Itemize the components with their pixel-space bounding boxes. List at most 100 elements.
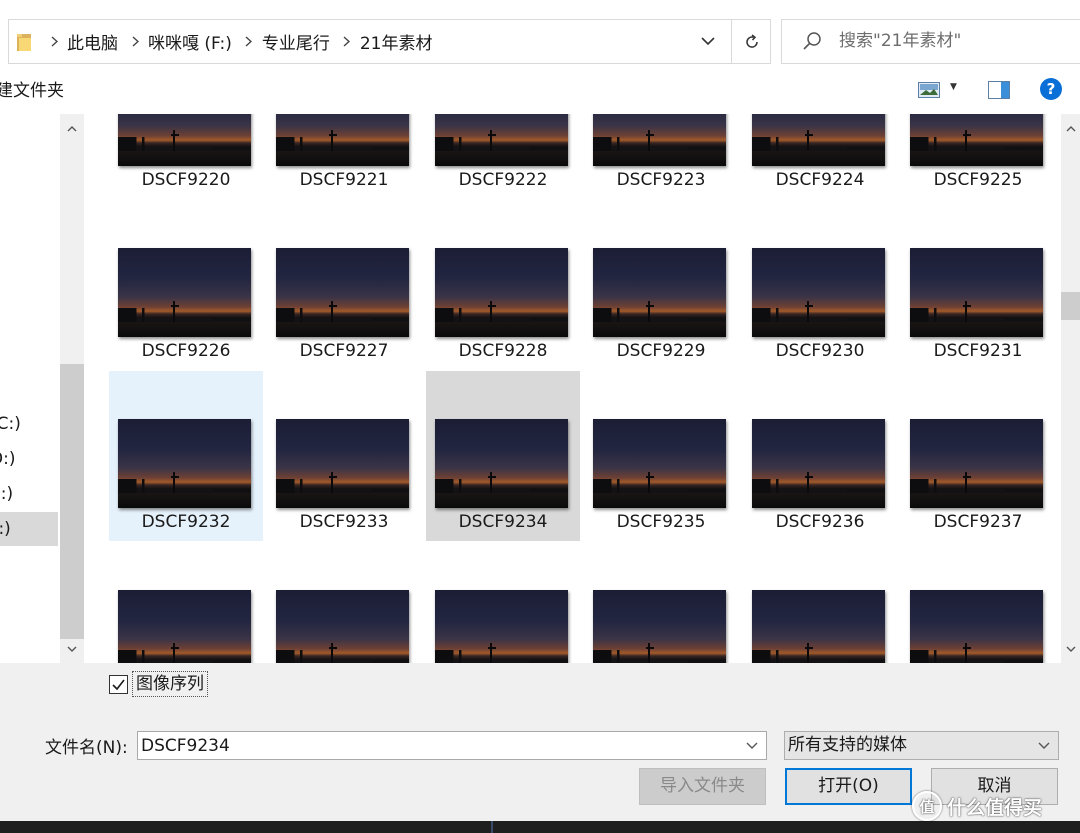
file-tile[interactable]: DSCF9235 <box>584 371 738 541</box>
file-tile[interactable] <box>584 542 738 663</box>
file-name: DSCF9233 <box>299 512 389 532</box>
help-icon[interactable]: ? <box>1040 78 1062 100</box>
file-name: DSCF9231 <box>933 341 1023 361</box>
breadcrumb-item[interactable]: 21年素材 <box>356 29 441 54</box>
chevron-right-icon[interactable] <box>126 20 144 63</box>
nav-scrollbar[interactable] <box>60 114 84 663</box>
refresh-button[interactable] <box>732 20 771 63</box>
file-tile[interactable]: DSCF9226 <box>109 200 263 370</box>
file-name: DSCF9230 <box>775 341 865 361</box>
file-tile[interactable] <box>109 542 263 663</box>
file-tile[interactable]: DSCF9231 <box>901 200 1055 370</box>
new-folder-button[interactable]: 建文件夹 <box>0 68 64 114</box>
address-bar[interactable]: 此电脑 咪咪嘎 (F:) 专业尾行 21年素材 <box>8 19 771 64</box>
search-box[interactable]: 搜索"21年素材" <box>781 19 1080 64</box>
chevron-right-icon[interactable] <box>45 20 63 63</box>
file-tile[interactable]: DSCF9234 <box>426 371 580 541</box>
file-name: DSCF9232 <box>141 512 231 532</box>
file-tile[interactable] <box>267 542 421 663</box>
file-name: DSCF9235 <box>616 512 706 532</box>
file-tile[interactable]: DSCF9229 <box>584 200 738 370</box>
file-grid-scrollbar[interactable] <box>1061 114 1080 663</box>
file-thumbnail <box>276 114 409 166</box>
toolbar: 建文件夹 ▼ ? <box>0 68 1080 114</box>
nav-item-label: E:) <box>0 484 14 504</box>
chevron-right-icon[interactable] <box>240 20 258 63</box>
scroll-up-button[interactable] <box>60 114 84 142</box>
view-options-icon[interactable] <box>918 82 940 98</box>
file-tile[interactable]: DSCF9225 <box>901 114 1055 199</box>
nav-item-label: (C:) <box>0 414 21 434</box>
nav-item-drive-c[interactable]: (C:) <box>0 407 58 441</box>
file-tile[interactable]: DSCF9222 <box>426 114 580 199</box>
file-tile[interactable] <box>743 542 897 663</box>
scroll-down-button[interactable] <box>1061 635 1080 663</box>
file-tile[interactable]: DSCF9228 <box>426 200 580 370</box>
chevron-right-icon[interactable] <box>338 20 356 63</box>
chevron-down-icon <box>67 646 77 652</box>
import-folder-button[interactable]: 导入文件夹 <box>639 768 766 805</box>
file-thumbnail <box>435 114 568 166</box>
scrollbar-thumb[interactable] <box>60 364 84 639</box>
image-sequence-checkbox[interactable] <box>109 675 128 694</box>
file-type-dropdown[interactable] <box>1035 737 1053 755</box>
file-name: DSCF9227 <box>299 341 389 361</box>
checkmark-icon <box>112 679 125 691</box>
file-tile[interactable] <box>901 542 1055 663</box>
file-type-select[interactable]: 所有支持的媒体 <box>784 731 1059 760</box>
refresh-icon <box>745 33 758 48</box>
nav-item-drive-f[interactable]: F:) <box>0 512 58 546</box>
nav-item-drive-e[interactable]: E:) <box>0 477 58 511</box>
breadcrumb-item[interactable]: 专业尾行 <box>258 29 338 54</box>
file-tile[interactable]: DSCF9236 <box>743 371 897 541</box>
breadcrumb-item[interactable]: 咪咪嘎 (F:) <box>144 29 240 54</box>
scroll-down-button[interactable] <box>60 635 84 663</box>
file-name: DSCF9236 <box>775 512 865 532</box>
view-dropdown-caret-icon[interactable]: ▼ <box>950 82 957 92</box>
file-thumbnail <box>593 248 726 337</box>
file-tile[interactable]: DSCF9220 <box>109 114 263 199</box>
file-thumbnail <box>910 114 1043 166</box>
chevron-down-icon <box>1038 742 1050 749</box>
file-tile[interactable]: DSCF9221 <box>267 114 421 199</box>
filename-field[interactable] <box>137 731 767 760</box>
scrollbar-thumb[interactable] <box>1061 292 1080 320</box>
file-thumbnail <box>276 248 409 337</box>
file-thumbnail <box>752 419 885 508</box>
file-name: DSCF9226 <box>141 341 231 361</box>
preview-pane-icon[interactable] <box>988 81 1010 99</box>
file-tile[interactable]: DSCF9227 <box>267 200 421 370</box>
file-thumbnail <box>435 248 568 337</box>
file-thumbnail <box>910 419 1043 508</box>
nav-item-drive-d[interactable]: D:) <box>0 442 58 476</box>
file-tile[interactable] <box>426 542 580 663</box>
file-tile[interactable]: DSCF9237 <box>901 371 1055 541</box>
file-name: DSCF9222 <box>458 170 548 190</box>
nav-item-label: D:) <box>0 449 16 469</box>
file-thumbnail <box>435 419 568 508</box>
chevron-down-icon <box>1066 646 1075 652</box>
address-history-dropdown[interactable] <box>689 20 727 63</box>
image-sequence-label[interactable]: 图像序列 <box>132 671 208 697</box>
file-thumbnail <box>910 248 1043 337</box>
file-tile[interactable]: DSCF9232 <box>109 371 263 541</box>
scroll-up-button[interactable] <box>1061 114 1080 142</box>
file-thumbnail <box>752 590 885 663</box>
search-icon <box>803 32 821 50</box>
chevron-down-icon <box>701 37 715 46</box>
file-tile[interactable]: DSCF9233 <box>267 371 421 541</box>
breadcrumb-item[interactable]: 此电脑 <box>63 29 126 54</box>
chevron-up-icon <box>1066 125 1075 131</box>
file-name: DSCF9229 <box>616 341 706 361</box>
file-tile[interactable]: DSCF9230 <box>743 200 897 370</box>
file-tile[interactable]: DSCF9224 <box>743 114 897 199</box>
filename-input[interactable] <box>141 734 736 758</box>
navigation-pane: (C:) D:) E:) F:) <box>0 114 84 663</box>
open-button[interactable]: 打开(O) <box>785 768 912 805</box>
site-watermark: 值 什么值得买 <box>912 788 1042 824</box>
file-thumbnail <box>593 419 726 508</box>
file-thumbnail <box>910 590 1043 663</box>
file-tile[interactable]: DSCF9223 <box>584 114 738 199</box>
filename-history-dropdown[interactable] <box>743 737 761 755</box>
file-thumbnail <box>593 114 726 166</box>
